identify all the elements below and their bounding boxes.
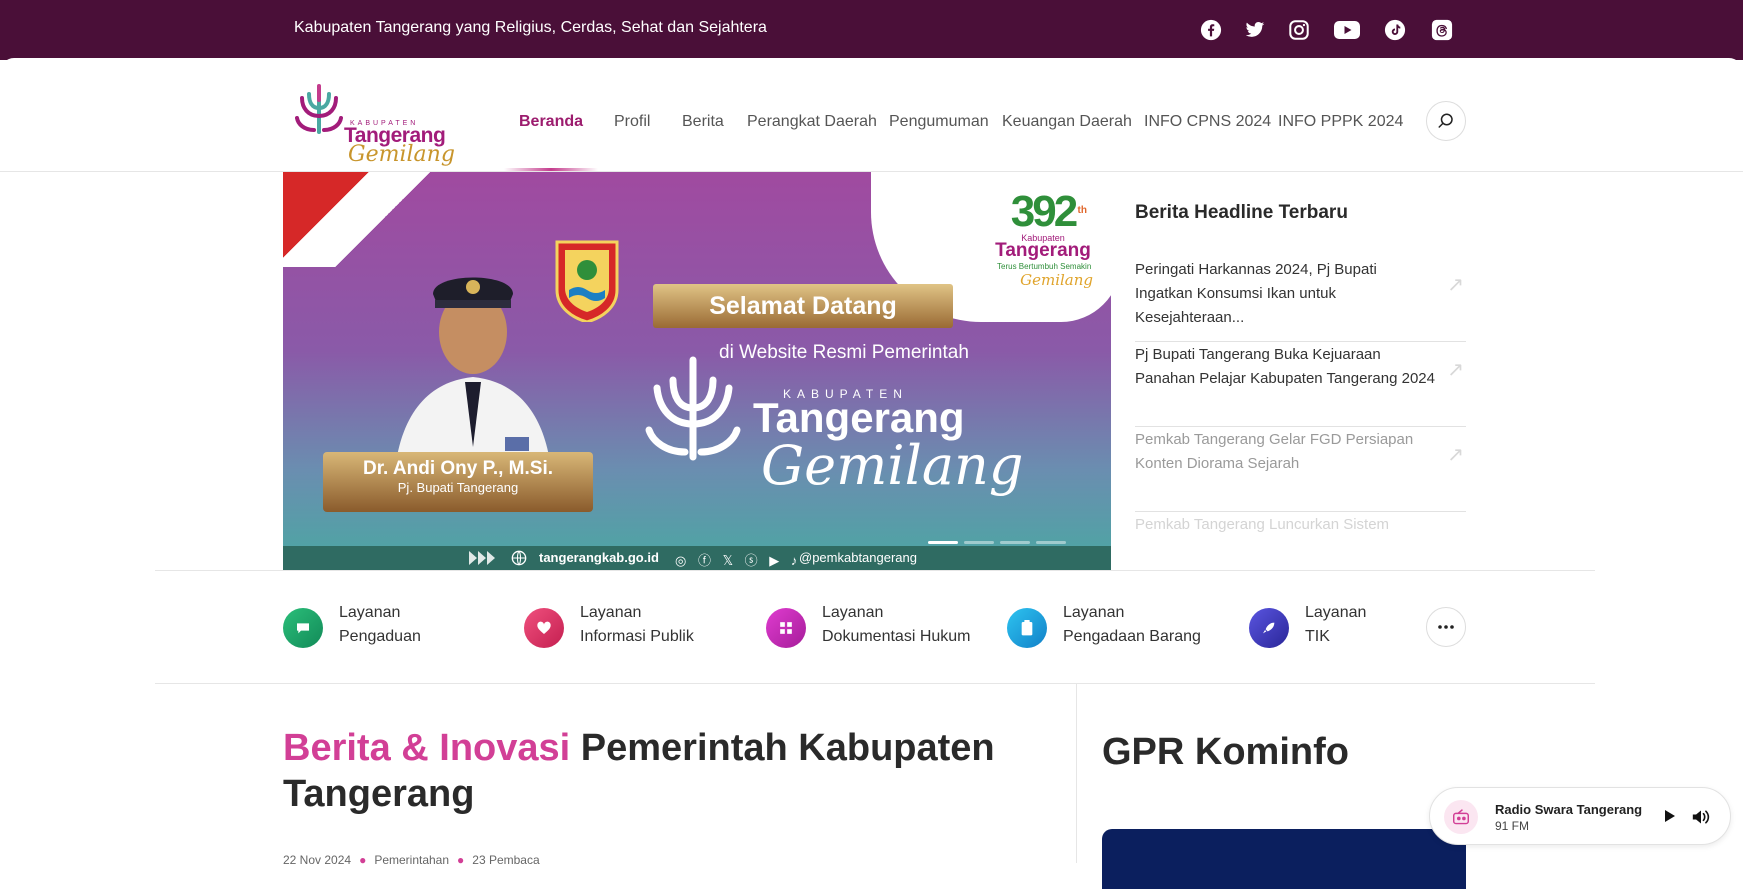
more-services-button[interactable] xyxy=(1426,607,1466,647)
nav-pengumuman[interactable]: Pengumuman xyxy=(889,113,989,131)
radio-player: Radio Swara Tangerang 91 FM xyxy=(1429,787,1731,845)
service-label-bottom: TIK xyxy=(1305,628,1330,645)
headline-text: Pemkab Tangerang Luncurkan Sistem xyxy=(1135,516,1390,533)
divider xyxy=(155,683,1595,684)
arrows-icon xyxy=(469,551,495,565)
heart-icon xyxy=(524,608,564,648)
official-role: Pj. Bupati Tangerang xyxy=(397,480,519,495)
twitter-icon[interactable] xyxy=(1244,19,1266,41)
headline-title: Berita Headline Terbaru xyxy=(1135,202,1348,223)
news-meta: 22 Nov 2024 ● Pemerintahan ● 23 Pembaca xyxy=(283,853,540,867)
slide-dot-2[interactable] xyxy=(964,541,994,544)
play-button[interactable] xyxy=(1661,807,1679,825)
threads-icon[interactable] xyxy=(1431,19,1453,41)
service-label-top: Layanan xyxy=(580,604,642,621)
nav-perangkat-daerah[interactable]: Perangkat Daerah xyxy=(747,113,877,131)
headline-item[interactable]: Pemkab Tangerang Gelar FGD Persiapan Kon… xyxy=(1135,428,1466,512)
site-logo[interactable]: KABUPATEN Tangerang Gemilang xyxy=(294,82,455,167)
service-label-bottom: Dokumentasi Hukum xyxy=(822,628,971,645)
service-label-bottom: Informasi Publik xyxy=(580,628,694,645)
headline-item[interactable]: Pemkab Tangerang Luncurkan Sistem xyxy=(1135,513,1466,535)
banner-website: tangerangkab.go.id xyxy=(539,550,659,565)
search-icon xyxy=(1438,113,1453,128)
welcome-ribbon: Selamat Datang xyxy=(653,284,953,328)
news-reads: 23 Pembaca xyxy=(472,853,540,867)
facebook-icon[interactable] xyxy=(1200,19,1222,41)
slide-dot-1[interactable] xyxy=(928,541,958,544)
play-icon xyxy=(1665,810,1675,822)
top-bar: Kabupaten Tangerang yang Religius, Cerda… xyxy=(0,0,1743,60)
regency-emblem xyxy=(555,240,619,322)
news-title-accent: Berita & Inovasi xyxy=(283,727,571,769)
banner-handle: @pemkabtangerang xyxy=(799,550,917,565)
headline-text: Peringati Harkannas 2024, Pj Bupati Inga… xyxy=(1135,261,1377,326)
headline-text: Pj Bupati Tangerang Buka Kejuaraan Panah… xyxy=(1135,346,1435,387)
service-label-bottom: Pengadaan Barang xyxy=(1063,628,1201,645)
anniversary-tangerang: Tangerang xyxy=(995,240,1091,261)
slide-dot-3[interactable] xyxy=(1000,541,1030,544)
headline-text: Pemkab Tangerang Gelar FGD Persiapan Kon… xyxy=(1135,431,1414,472)
banner-gemilang: Gemilang xyxy=(761,434,1024,497)
grid-icon xyxy=(766,608,806,648)
tree-logo-icon xyxy=(295,84,343,134)
divider xyxy=(155,570,1595,571)
official-nameplate: Dr. Andi Ony P., M.Si. Pj. Bupati Tanger… xyxy=(323,452,593,512)
instagram-icon[interactable] xyxy=(1288,19,1310,41)
service-label-top: Layanan xyxy=(822,604,884,621)
service-label-top: Layanan xyxy=(1063,604,1125,621)
radio-icon xyxy=(1444,800,1478,834)
tiktok-icon[interactable] xyxy=(1384,19,1406,41)
arrow-up-right-icon: ↗ xyxy=(1447,274,1464,296)
hero-banner[interactable]: Dr. Andi Ony P., M.Si. Pj. Bupati Tanger… xyxy=(283,172,1111,570)
service-label-top: Layanan xyxy=(339,604,401,621)
tagline: Kabupaten Tangerang yang Religius, Cerda… xyxy=(294,19,767,36)
news-date: 22 Nov 2024 xyxy=(283,853,352,867)
search-button[interactable] xyxy=(1426,101,1466,141)
volume-button[interactable] xyxy=(1690,806,1712,828)
nav-info-pppk[interactable]: INFO PPPK 2024 xyxy=(1278,113,1403,131)
gpr-title: GPR Kominfo xyxy=(1102,731,1349,773)
welcome-subline: di Website Resmi Pemerintah xyxy=(719,342,969,363)
volume-icon xyxy=(1692,810,1710,824)
brand-tree-icon xyxy=(645,356,741,461)
service-label-top: Layanan xyxy=(1305,604,1367,621)
anniversary-gemilang: Gemilang xyxy=(1020,271,1093,289)
more-dots-icon xyxy=(1438,625,1454,629)
youtube-icon[interactable] xyxy=(1334,19,1360,41)
bullet-icon: ● xyxy=(359,853,367,867)
headline-panel: Berita Headline Terbaru Peringati Harkan… xyxy=(1135,190,1466,533)
chat-icon xyxy=(283,608,323,648)
globe-icon xyxy=(511,550,527,566)
nav-info-cpns[interactable]: INFO CPNS 2024 xyxy=(1144,113,1271,131)
nav-keuangan-daerah[interactable]: Keuangan Daerah xyxy=(1002,113,1132,131)
headline-item[interactable]: Peringati Harkannas 2024, Pj Bupati Inga… xyxy=(1135,258,1466,342)
slide-dot-4[interactable] xyxy=(1036,541,1066,544)
radio-name: Radio Swara Tangerang xyxy=(1495,802,1643,817)
rocket-icon xyxy=(1249,608,1289,648)
anniversary-slogan: Terus Bertumbuh Semakin xyxy=(997,262,1092,271)
column-divider xyxy=(1076,684,1077,863)
arrow-up-right-icon: ↗ xyxy=(1447,359,1464,381)
radio-frequency: 91 FM xyxy=(1495,819,1530,833)
gpr-widget[interactable] xyxy=(1102,829,1466,889)
service-label-bottom: Pengaduan xyxy=(339,628,421,645)
nav-active-indicator xyxy=(504,168,598,171)
headline-item[interactable]: Pj Bupati Tangerang Buka Kejuaraan Panah… xyxy=(1135,343,1466,427)
official-name: Dr. Andi Ony P., M.Si. xyxy=(362,458,554,479)
anniversary-suffix: th xyxy=(1077,205,1087,216)
nav-berita[interactable]: Berita xyxy=(682,113,724,131)
news-section-title: Berita & Inovasi Pemerintah Kabupaten Ta… xyxy=(283,725,1043,817)
bullet-icon: ● xyxy=(457,853,465,867)
logo-gemilang: Gemilang xyxy=(348,142,455,167)
arrow-up-right-icon: ↗ xyxy=(1447,444,1464,466)
anniversary-logo: 392 th Kabupaten Tangerang Terus Bertumb… xyxy=(993,187,1093,317)
clipboard-icon xyxy=(1007,608,1047,648)
nav-beranda[interactable]: Beranda xyxy=(519,113,583,131)
banner-social-icons: ◎ ⓕ 𝕏 ⓢ ▶ ♪ xyxy=(675,553,802,568)
nav-profil[interactable]: Profil xyxy=(614,113,650,131)
banner-footer-strip: tangerangkab.go.id ◎ ⓕ 𝕏 ⓢ ▶ ♪ @pemkabta… xyxy=(283,546,1111,570)
news-category[interactable]: Pemerintahan xyxy=(374,853,449,867)
